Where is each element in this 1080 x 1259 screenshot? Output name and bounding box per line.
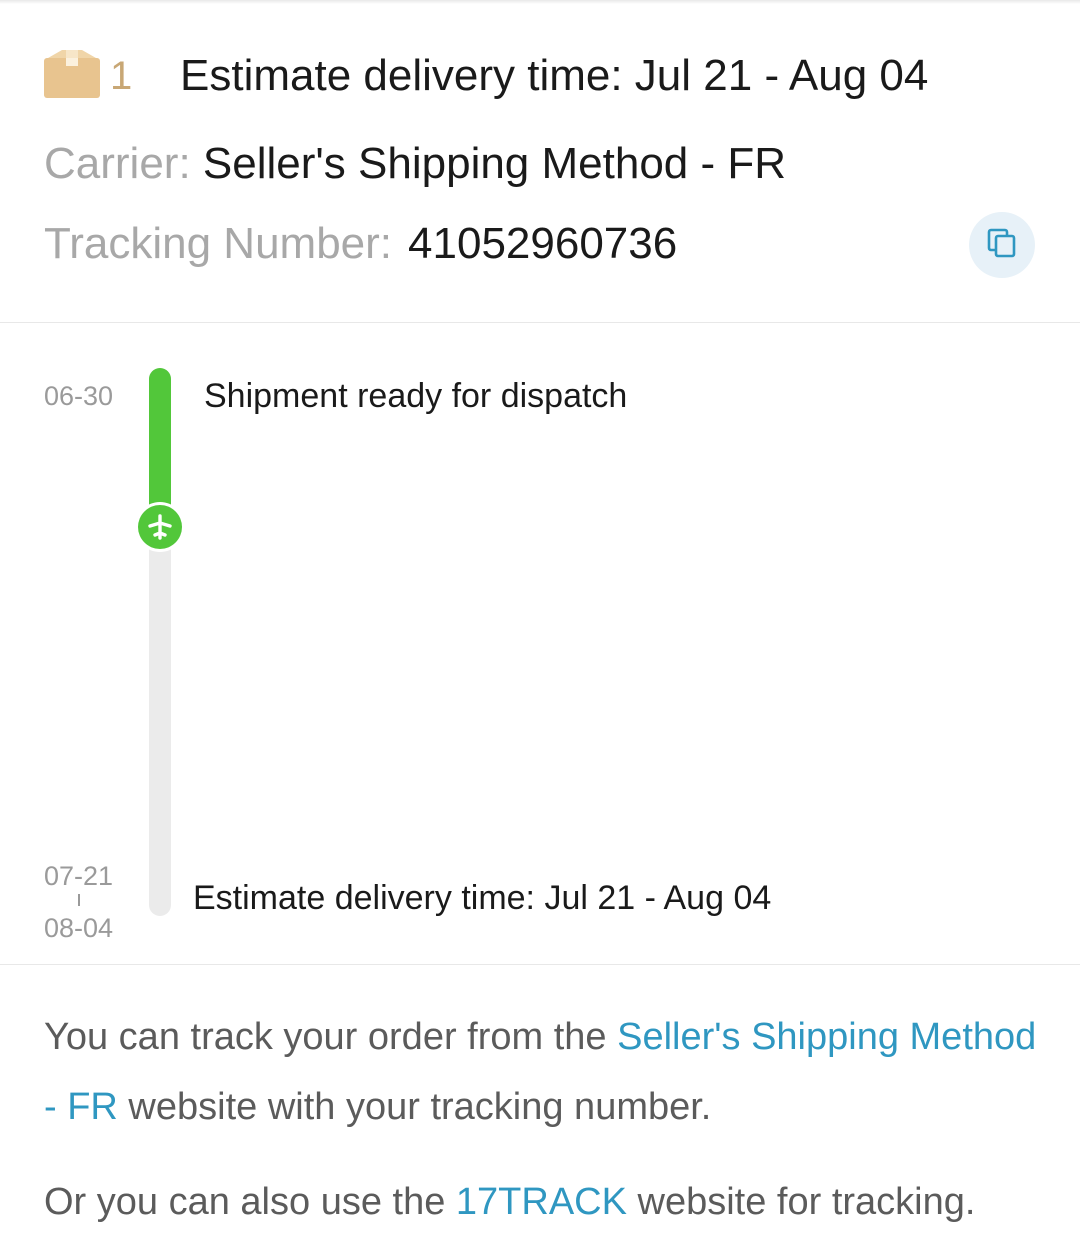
- package-count: 1: [110, 54, 133, 98]
- event-date: 06-30: [44, 381, 114, 411]
- package-box-icon: [44, 48, 100, 98]
- divider: [0, 964, 1080, 965]
- copy-icon: [987, 228, 1017, 263]
- carrier-label: Carrier:: [44, 139, 191, 188]
- carrier-row: Carrier: Seller's Shipping Method - FR: [44, 138, 786, 190]
- info-text: You can track your order from the: [44, 1016, 618, 1058]
- top-shadow: [0, 0, 1080, 4]
- info-text: Or you can also use the: [44, 1181, 456, 1223]
- event-date-end: 08-04: [44, 913, 114, 943]
- tracking-label: Tracking Number:: [44, 219, 393, 268]
- event-date-start: 07-21: [44, 861, 114, 891]
- info-text: website with your tracking number.: [117, 1086, 712, 1128]
- divider: [0, 322, 1080, 323]
- carrier-value: Seller's Shipping Method - FR: [190, 139, 787, 188]
- 17track-info: Or you can also use the 17TRACK website …: [44, 1167, 1044, 1237]
- tracking-row: Tracking Number: 41052960736: [44, 218, 677, 270]
- estimate-delivery-title: Estimate delivery time: Jul 21 - Aug 04: [180, 51, 929, 100]
- copy-tracking-button[interactable]: [969, 212, 1035, 278]
- carrier-site-info: You can track your order from the Seller…: [44, 1002, 1044, 1142]
- date-range-separator: [78, 894, 80, 906]
- airplane-icon: [138, 504, 182, 549]
- info-text: website for tracking.: [626, 1181, 976, 1223]
- tracking-number[interactable]: 41052960736: [408, 219, 677, 268]
- tracking-page: 1 Estimate delivery time: Jul 21 - Aug 0…: [0, 0, 1080, 1259]
- event-text: Estimate delivery time: Jul 21 - Aug 04: [193, 879, 772, 917]
- event-text: Shipment ready for dispatch: [204, 377, 628, 415]
- 17track-link[interactable]: 17TRACK: [456, 1181, 627, 1223]
